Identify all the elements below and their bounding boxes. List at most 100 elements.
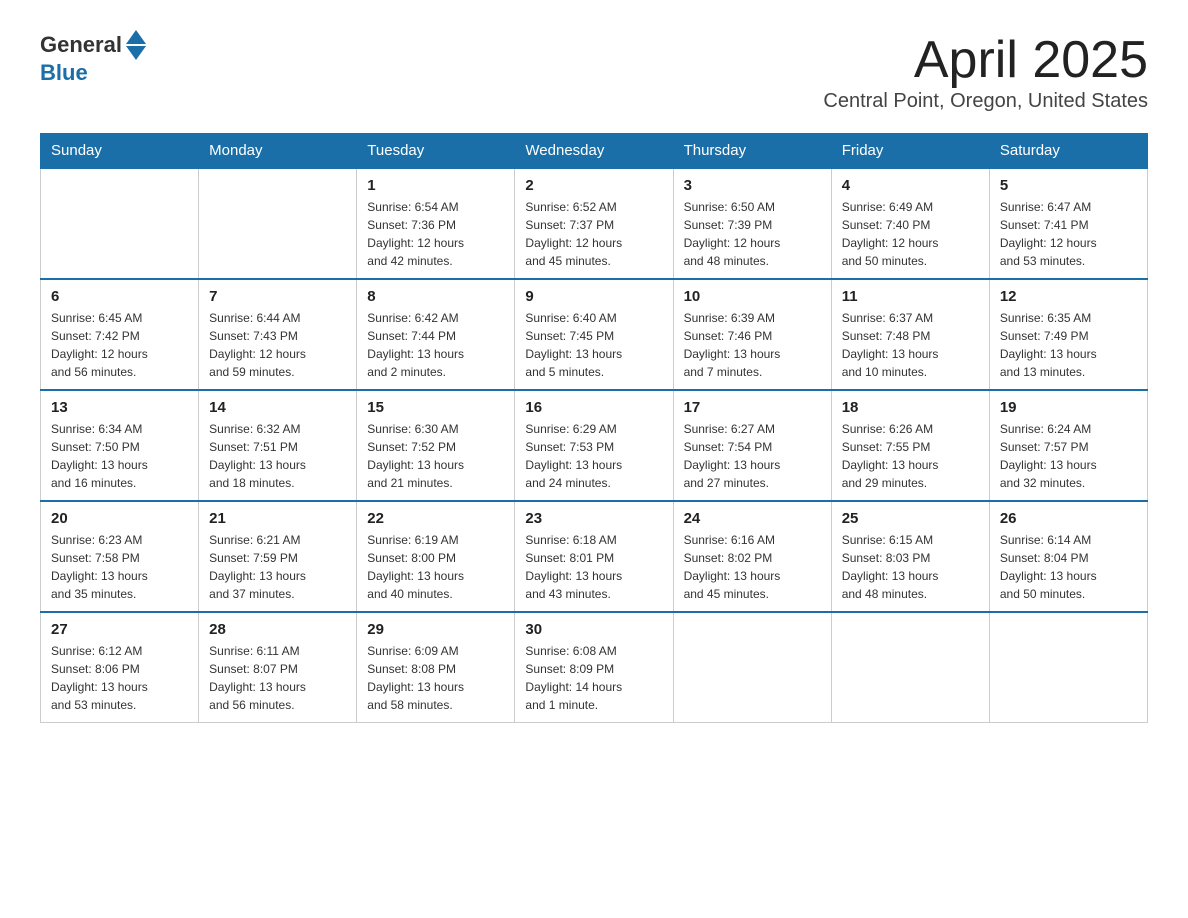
day-number: 16 [525, 399, 662, 416]
calendar-cell: 20 Sunrise: 6:23 AM Sunset: 7:58 PM Dayli… [41, 501, 199, 612]
week-row-3: 13 Sunrise: 6:34 AM Sunset: 7:50 PM Dayli… [41, 390, 1148, 501]
day-number: 15 [367, 399, 504, 416]
calendar-cell: 26Sunrise: 6:14 AM Sunset: 8:04 PM Dayli… [989, 501, 1147, 612]
calendar-cell: 1Sunrise: 6:54 AM Sunset: 7:36 PM Daylig… [357, 168, 515, 279]
day-info: Sunrise: 6:29 AM Sunset: 7:53 PM Dayligh… [525, 420, 662, 492]
day-info: Sunrise: 6:49 AM Sunset: 7:40 PM Dayligh… [842, 198, 979, 270]
day-number: 22 [367, 510, 504, 527]
header-day-wednesday: Wednesday [515, 134, 673, 169]
calendar-cell: 6 Sunrise: 6:45 AM Sunset: 7:42 PM Daylig… [41, 279, 199, 390]
week-row-5: 27Sunrise: 6:12 AM Sunset: 8:06 PM Dayli… [41, 612, 1148, 723]
day-number: 9 [525, 288, 662, 305]
day-info: Sunrise: 6:45 AM Sunset: 7:42 PM Dayligh… [51, 309, 188, 381]
day-number: 20 [51, 510, 188, 527]
day-info: Sunrise: 6:12 AM Sunset: 8:06 PM Dayligh… [51, 642, 188, 714]
day-number: 4 [842, 177, 979, 194]
day-number: 17 [684, 399, 821, 416]
calendar-cell: 3 Sunrise: 6:50 AM Sunset: 7:39 PM Daylig… [673, 168, 831, 279]
day-number: 2 [525, 177, 662, 194]
day-info: Sunrise: 6:35 AM Sunset: 7:49 PM Dayligh… [1000, 309, 1137, 381]
calendar-cell: 14Sunrise: 6:32 AM Sunset: 7:51 PM Dayli… [199, 390, 357, 501]
calendar-cell: 28 Sunrise: 6:11 AM Sunset: 8:07 PM Dayli… [199, 612, 357, 723]
day-info: Sunrise: 6:52 AM Sunset: 7:37 PM Dayligh… [525, 198, 662, 270]
day-number: 6 [51, 288, 188, 305]
calendar-cell [41, 168, 199, 279]
calendar-cell [199, 168, 357, 279]
day-info: Sunrise: 6:26 AM Sunset: 7:55 PM Dayligh… [842, 420, 979, 492]
day-info: Sunrise: 6:47 AM Sunset: 7:41 PM Dayligh… [1000, 198, 1137, 270]
day-info: Sunrise: 6:08 AM Sunset: 8:09 PM Dayligh… [525, 642, 662, 714]
calendar-cell [673, 612, 831, 723]
calendar-cell [831, 612, 989, 723]
calendar-cell: 13 Sunrise: 6:34 AM Sunset: 7:50 PM Dayli… [41, 390, 199, 501]
calendar-cell: 22Sunrise: 6:19 AM Sunset: 8:00 PM Dayli… [357, 501, 515, 612]
day-info: Sunrise: 6:16 AM Sunset: 8:02 PM Dayligh… [684, 531, 821, 603]
day-number: 19 [1000, 399, 1137, 416]
header-day-thursday: Thursday [673, 134, 831, 169]
header-day-friday: Friday [831, 134, 989, 169]
calendar-cell: 12 Sunrise: 6:35 AM Sunset: 7:49 PM Dayli… [989, 279, 1147, 390]
day-number: 18 [842, 399, 979, 416]
week-row-4: 20 Sunrise: 6:23 AM Sunset: 7:58 PM Dayli… [41, 501, 1148, 612]
calendar-cell [989, 612, 1147, 723]
calendar-cell: 29Sunrise: 6:09 AM Sunset: 8:08 PM Dayli… [357, 612, 515, 723]
day-info: Sunrise: 6:40 AM Sunset: 7:45 PM Dayligh… [525, 309, 662, 381]
day-info: Sunrise: 6:15 AM Sunset: 8:03 PM Dayligh… [842, 531, 979, 603]
day-number: 21 [209, 510, 346, 527]
day-number: 11 [842, 288, 979, 305]
day-number: 30 [525, 621, 662, 638]
calendar-cell: 24 Sunrise: 6:16 AM Sunset: 8:02 PM Dayli… [673, 501, 831, 612]
day-info: Sunrise: 6:37 AM Sunset: 7:48 PM Dayligh… [842, 309, 979, 381]
day-number: 25 [842, 510, 979, 527]
day-number: 13 [51, 399, 188, 416]
calendar-table: SundayMondayTuesdayWednesdayThursdayFrid… [40, 133, 1148, 723]
calendar-cell: 19Sunrise: 6:24 AM Sunset: 7:57 PM Dayli… [989, 390, 1147, 501]
page-title: April 2025 [823, 30, 1148, 90]
day-info: Sunrise: 6:23 AM Sunset: 7:58 PM Dayligh… [51, 531, 188, 603]
header-day-saturday: Saturday [989, 134, 1147, 169]
day-info: Sunrise: 6:42 AM Sunset: 7:44 PM Dayligh… [367, 309, 504, 381]
calendar-cell: 5 Sunrise: 6:47 AM Sunset: 7:41 PM Daylig… [989, 168, 1147, 279]
day-number: 5 [1000, 177, 1137, 194]
header-row: SundayMondayTuesdayWednesdayThursdayFrid… [41, 134, 1148, 169]
calendar-cell: 2 Sunrise: 6:52 AM Sunset: 7:37 PM Daylig… [515, 168, 673, 279]
day-info: Sunrise: 6:30 AM Sunset: 7:52 PM Dayligh… [367, 420, 504, 492]
header-day-monday: Monday [199, 134, 357, 169]
calendar-cell: 27Sunrise: 6:12 AM Sunset: 8:06 PM Dayli… [41, 612, 199, 723]
calendar-cell: 15 Sunrise: 6:30 AM Sunset: 7:52 PM Dayli… [357, 390, 515, 501]
logo-blue-text: Blue [40, 60, 88, 86]
day-info: Sunrise: 6:18 AM Sunset: 8:01 PM Dayligh… [525, 531, 662, 603]
day-number: 14 [209, 399, 346, 416]
day-info: Sunrise: 6:14 AM Sunset: 8:04 PM Dayligh… [1000, 531, 1137, 603]
calendar-cell: 21 Sunrise: 6:21 AM Sunset: 7:59 PM Dayli… [199, 501, 357, 612]
day-number: 1 [367, 177, 504, 194]
day-info: Sunrise: 6:34 AM Sunset: 7:50 PM Dayligh… [51, 420, 188, 492]
header-day-tuesday: Tuesday [357, 134, 515, 169]
calendar-cell: 11 Sunrise: 6:37 AM Sunset: 7:48 PM Dayli… [831, 279, 989, 390]
day-info: Sunrise: 6:09 AM Sunset: 8:08 PM Dayligh… [367, 642, 504, 714]
day-number: 12 [1000, 288, 1137, 305]
calendar-cell: 23 Sunrise: 6:18 AM Sunset: 8:01 PM Dayli… [515, 501, 673, 612]
day-number: 24 [684, 510, 821, 527]
week-row-1: 1Sunrise: 6:54 AM Sunset: 7:36 PM Daylig… [41, 168, 1148, 279]
logo-general-text: General [40, 32, 122, 58]
page-header: General Blue April 2025 Central Point, O… [40, 30, 1148, 113]
day-info: Sunrise: 6:11 AM Sunset: 8:07 PM Dayligh… [209, 642, 346, 714]
calendar-cell: 8 Sunrise: 6:42 AM Sunset: 7:44 PM Daylig… [357, 279, 515, 390]
day-number: 28 [209, 621, 346, 638]
day-info: Sunrise: 6:27 AM Sunset: 7:54 PM Dayligh… [684, 420, 821, 492]
calendar-cell: 7Sunrise: 6:44 AM Sunset: 7:43 PM Daylig… [199, 279, 357, 390]
day-number: 23 [525, 510, 662, 527]
day-number: 10 [684, 288, 821, 305]
day-number: 8 [367, 288, 504, 305]
day-number: 3 [684, 177, 821, 194]
day-info: Sunrise: 6:50 AM Sunset: 7:39 PM Dayligh… [684, 198, 821, 270]
logo: General Blue [40, 30, 146, 86]
day-info: Sunrise: 6:39 AM Sunset: 7:46 PM Dayligh… [684, 309, 821, 381]
header-day-sunday: Sunday [41, 134, 199, 169]
day-info: Sunrise: 6:21 AM Sunset: 7:59 PM Dayligh… [209, 531, 346, 603]
calendar-cell: 16 Sunrise: 6:29 AM Sunset: 7:53 PM Dayli… [515, 390, 673, 501]
title-block: April 2025 Central Point, Oregon, United… [823, 30, 1148, 113]
calendar-cell: 18 Sunrise: 6:26 AM Sunset: 7:55 PM Dayli… [831, 390, 989, 501]
calendar-cell: 17 Sunrise: 6:27 AM Sunset: 7:54 PM Dayli… [673, 390, 831, 501]
